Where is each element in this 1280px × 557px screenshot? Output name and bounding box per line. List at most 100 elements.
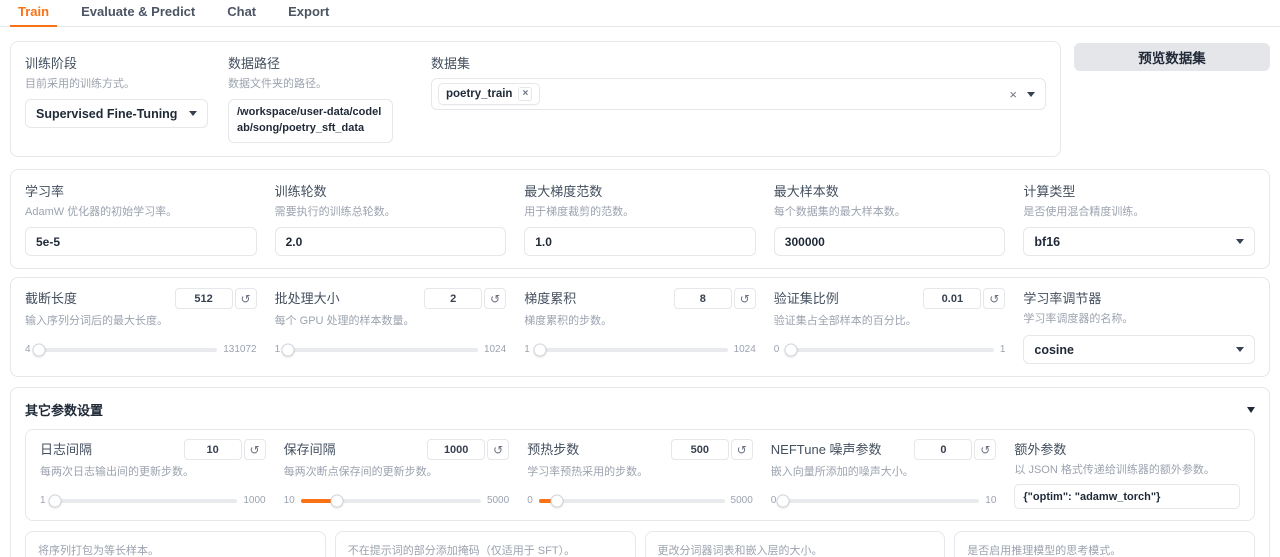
epochs-input[interactable]: 2.0 (274, 227, 507, 256)
reset-icon[interactable]: ↺ (234, 288, 257, 309)
warmup-steps-input[interactable]: 500 (670, 439, 729, 460)
data-dir-info: 数据文件夹的路径。 (228, 78, 327, 90)
train-on-prompt-info: 不在提示词的部分添加掩码（仅适用于 SFT）。 (347, 545, 576, 557)
dataset-multiselect[interactable]: poetry_train × × (431, 78, 1046, 110)
tab-chat[interactable]: Chat (219, 0, 264, 27)
warmup-steps-slider[interactable] (538, 494, 725, 507)
dataset-group: 训练阶段 目前采用的训练方式。 Supervised Fine-Tuning 数… (10, 41, 1061, 157)
slider-max: 5000 (730, 495, 753, 506)
data-dir-field: 数据路径 数据文件夹的路径。 /workspace/user-data/code… (228, 53, 411, 143)
gradient-accumulation-slider[interactable] (533, 343, 728, 356)
accordion-header[interactable]: 其它参数设置 (25, 398, 1255, 419)
learning-rate-field: 学习率 AdamW 优化器的初始学习率。 5e-5 (25, 181, 257, 256)
slider-min: 10 (283, 495, 295, 506)
hyperparams-group: 学习率 AdamW 优化器的初始学习率。 5e-5 训练轮数 需要执行的训练总轮… (10, 169, 1270, 269)
lr-scheduler-value: cosine (1034, 342, 1074, 357)
slider-handle[interactable] (784, 343, 798, 356)
dataset-clear-icon[interactable]: × (1009, 88, 1017, 101)
thinking-report-group: 是否启用推理模型的思考模式。 启用思考模式 启用外部记录面板 使用 Tensor… (954, 531, 1255, 557)
neftune-alpha-slider[interactable] (776, 494, 980, 507)
slider-handle[interactable] (776, 494, 790, 507)
chevron-down-icon (1236, 347, 1244, 352)
tab-bar: Train Evaluate & Predict Chat Export (0, 0, 1280, 27)
slider-handle[interactable] (330, 494, 344, 507)
save-steps-slider[interactable] (300, 494, 481, 507)
lr-scheduler-dropdown[interactable]: cosine (1023, 335, 1255, 364)
val-size-slider[interactable] (784, 343, 994, 356)
packing-group: 将序列打包为等长样本。 序列打包 避免打包后的序列产生交叉注意力。 使用无污染打… (25, 531, 326, 557)
compute-type-dropdown[interactable]: bf16 (1023, 227, 1255, 256)
reset-icon[interactable]: ↺ (733, 288, 756, 309)
reset-icon[interactable]: ↺ (730, 439, 753, 460)
logging-steps-input[interactable]: 10 (183, 439, 242, 460)
training-stage-dropdown[interactable]: Supervised Fine-Tuning (25, 99, 208, 128)
save-steps-input[interactable]: 1000 (427, 439, 486, 460)
reset-icon[interactable]: ↺ (983, 288, 1006, 309)
neftune-alpha-input[interactable]: 0 (914, 439, 973, 460)
max-grad-norm-field: 最大梯度范数 用于梯度裁剪的范数。 1.0 (524, 181, 756, 256)
extra-slider-group: 日志间隔 10 ↺ 每两次日志输出间的更新步数。 1 1000 保存间隔 100… (25, 429, 1255, 521)
cutoff-length-info: 输入序列分词后的最大长度。 (25, 315, 168, 327)
data-dir-input[interactable]: /workspace/user-data/codelab/song/poetry… (228, 99, 393, 143)
slider-min: 4 (25, 344, 31, 355)
cutoff-length-slider[interactable] (32, 343, 218, 356)
gradient-accumulation-info: 梯度累积的步数。 (524, 315, 613, 327)
learning-rate-label: 学习率 (25, 184, 65, 199)
reset-icon[interactable]: ↺ (484, 288, 507, 309)
accordion-title: 其它参数设置 (25, 403, 104, 418)
max-samples-input[interactable]: 300000 (773, 227, 1006, 256)
reset-icon[interactable]: ↺ (487, 439, 510, 460)
cutoff-length-label: 截断长度 (25, 291, 78, 306)
chevron-down-icon (189, 111, 197, 116)
epochs-info: 需要执行的训练总轮数。 (274, 206, 396, 218)
packing-info: 将序列打包为等长样本。 (38, 545, 159, 557)
reset-icon[interactable]: ↺ (974, 439, 997, 460)
tab-evaluate-predict[interactable]: Evaluate & Predict (73, 0, 203, 27)
slider-max: 1024 (483, 344, 507, 355)
val-size-label: 验证集比例 (773, 291, 839, 306)
slider-max: 131072 (223, 344, 257, 355)
slider-max: 1000 (243, 495, 266, 506)
slider-params-group: 截断长度 512 ↺ 输入序列分词后的最大长度。 4 131072 批处理大小 … (10, 277, 1270, 377)
compute-type-info: 是否使用混合精度训练。 (1023, 206, 1145, 218)
chevron-down-icon[interactable] (1027, 91, 1035, 97)
warmup-steps-label: 预热步数 (527, 442, 580, 457)
chevron-down-icon (1236, 239, 1244, 244)
val-size-input[interactable]: 0.01 (923, 288, 982, 309)
dataset-tag-remove-icon[interactable]: × (518, 87, 533, 101)
preview-dataset-button[interactable]: 预览数据集 (1074, 43, 1270, 71)
warmup-steps-info: 学习率预热采用的步数。 (527, 466, 649, 478)
slider-handle[interactable] (32, 343, 46, 356)
learning-rate-info: AdamW 优化器的初始学习率。 (25, 206, 178, 218)
checkbox-row: 将序列打包为等长样本。 序列打包 避免打包后的序列产生交叉注意力。 使用无污染打… (25, 531, 1255, 557)
max-samples-label: 最大样本数 (773, 184, 839, 199)
slider-min: 1 (40, 495, 46, 506)
save-steps-field: 保存间隔 1000 ↺ 每两次断点保存间的更新步数。 10 5000 (284, 439, 510, 509)
batch-size-input[interactable]: 2 (424, 288, 483, 309)
neftune-alpha-label: NEFTune 噪声参数 (770, 442, 882, 457)
tab-train[interactable]: Train (10, 0, 58, 27)
cutoff-length-input[interactable]: 512 (174, 288, 233, 309)
slider-handle[interactable] (281, 343, 295, 356)
slider-handle[interactable] (550, 494, 564, 507)
slider-min: 0 (773, 344, 780, 355)
slider-handle[interactable] (48, 494, 62, 507)
max-samples-info: 每个数据集的最大样本数。 (773, 206, 906, 218)
dataset-tag[interactable]: poetry_train × (438, 83, 541, 105)
chevron-down-icon (1247, 406, 1255, 413)
batch-size-field: 批处理大小 2 ↺ 每个 GPU 处理的样本数量。 1 1024 (275, 288, 507, 364)
neftune-alpha-field: NEFTune 噪声参数 0 ↺ 嵌入向量所添加的噪声大小。 0 10 (771, 439, 997, 509)
training-stage-label: 训练阶段 (25, 56, 78, 71)
gradient-accumulation-input[interactable]: 8 (673, 288, 732, 309)
logging-steps-slider[interactable] (48, 494, 238, 507)
batch-size-slider[interactable] (281, 343, 478, 356)
slider-handle[interactable] (533, 343, 547, 356)
max-grad-norm-input[interactable]: 1.0 (524, 227, 756, 256)
slider-max: 1 (999, 344, 1006, 355)
row-dataset: 训练阶段 目前采用的训练方式。 Supervised Fine-Tuning 数… (10, 41, 1270, 157)
learning-rate-input[interactable]: 5e-5 (25, 227, 257, 256)
tab-export[interactable]: Export (280, 0, 337, 27)
extra-args-input[interactable]: {"optim": "adamw_torch"} (1014, 484, 1240, 509)
vocab-group: 更改分词器词表和嵌入层的大小。 更改词表大小 仅训练块扩展后的参数。 使用 LL… (644, 531, 946, 557)
reset-icon[interactable]: ↺ (243, 439, 266, 460)
